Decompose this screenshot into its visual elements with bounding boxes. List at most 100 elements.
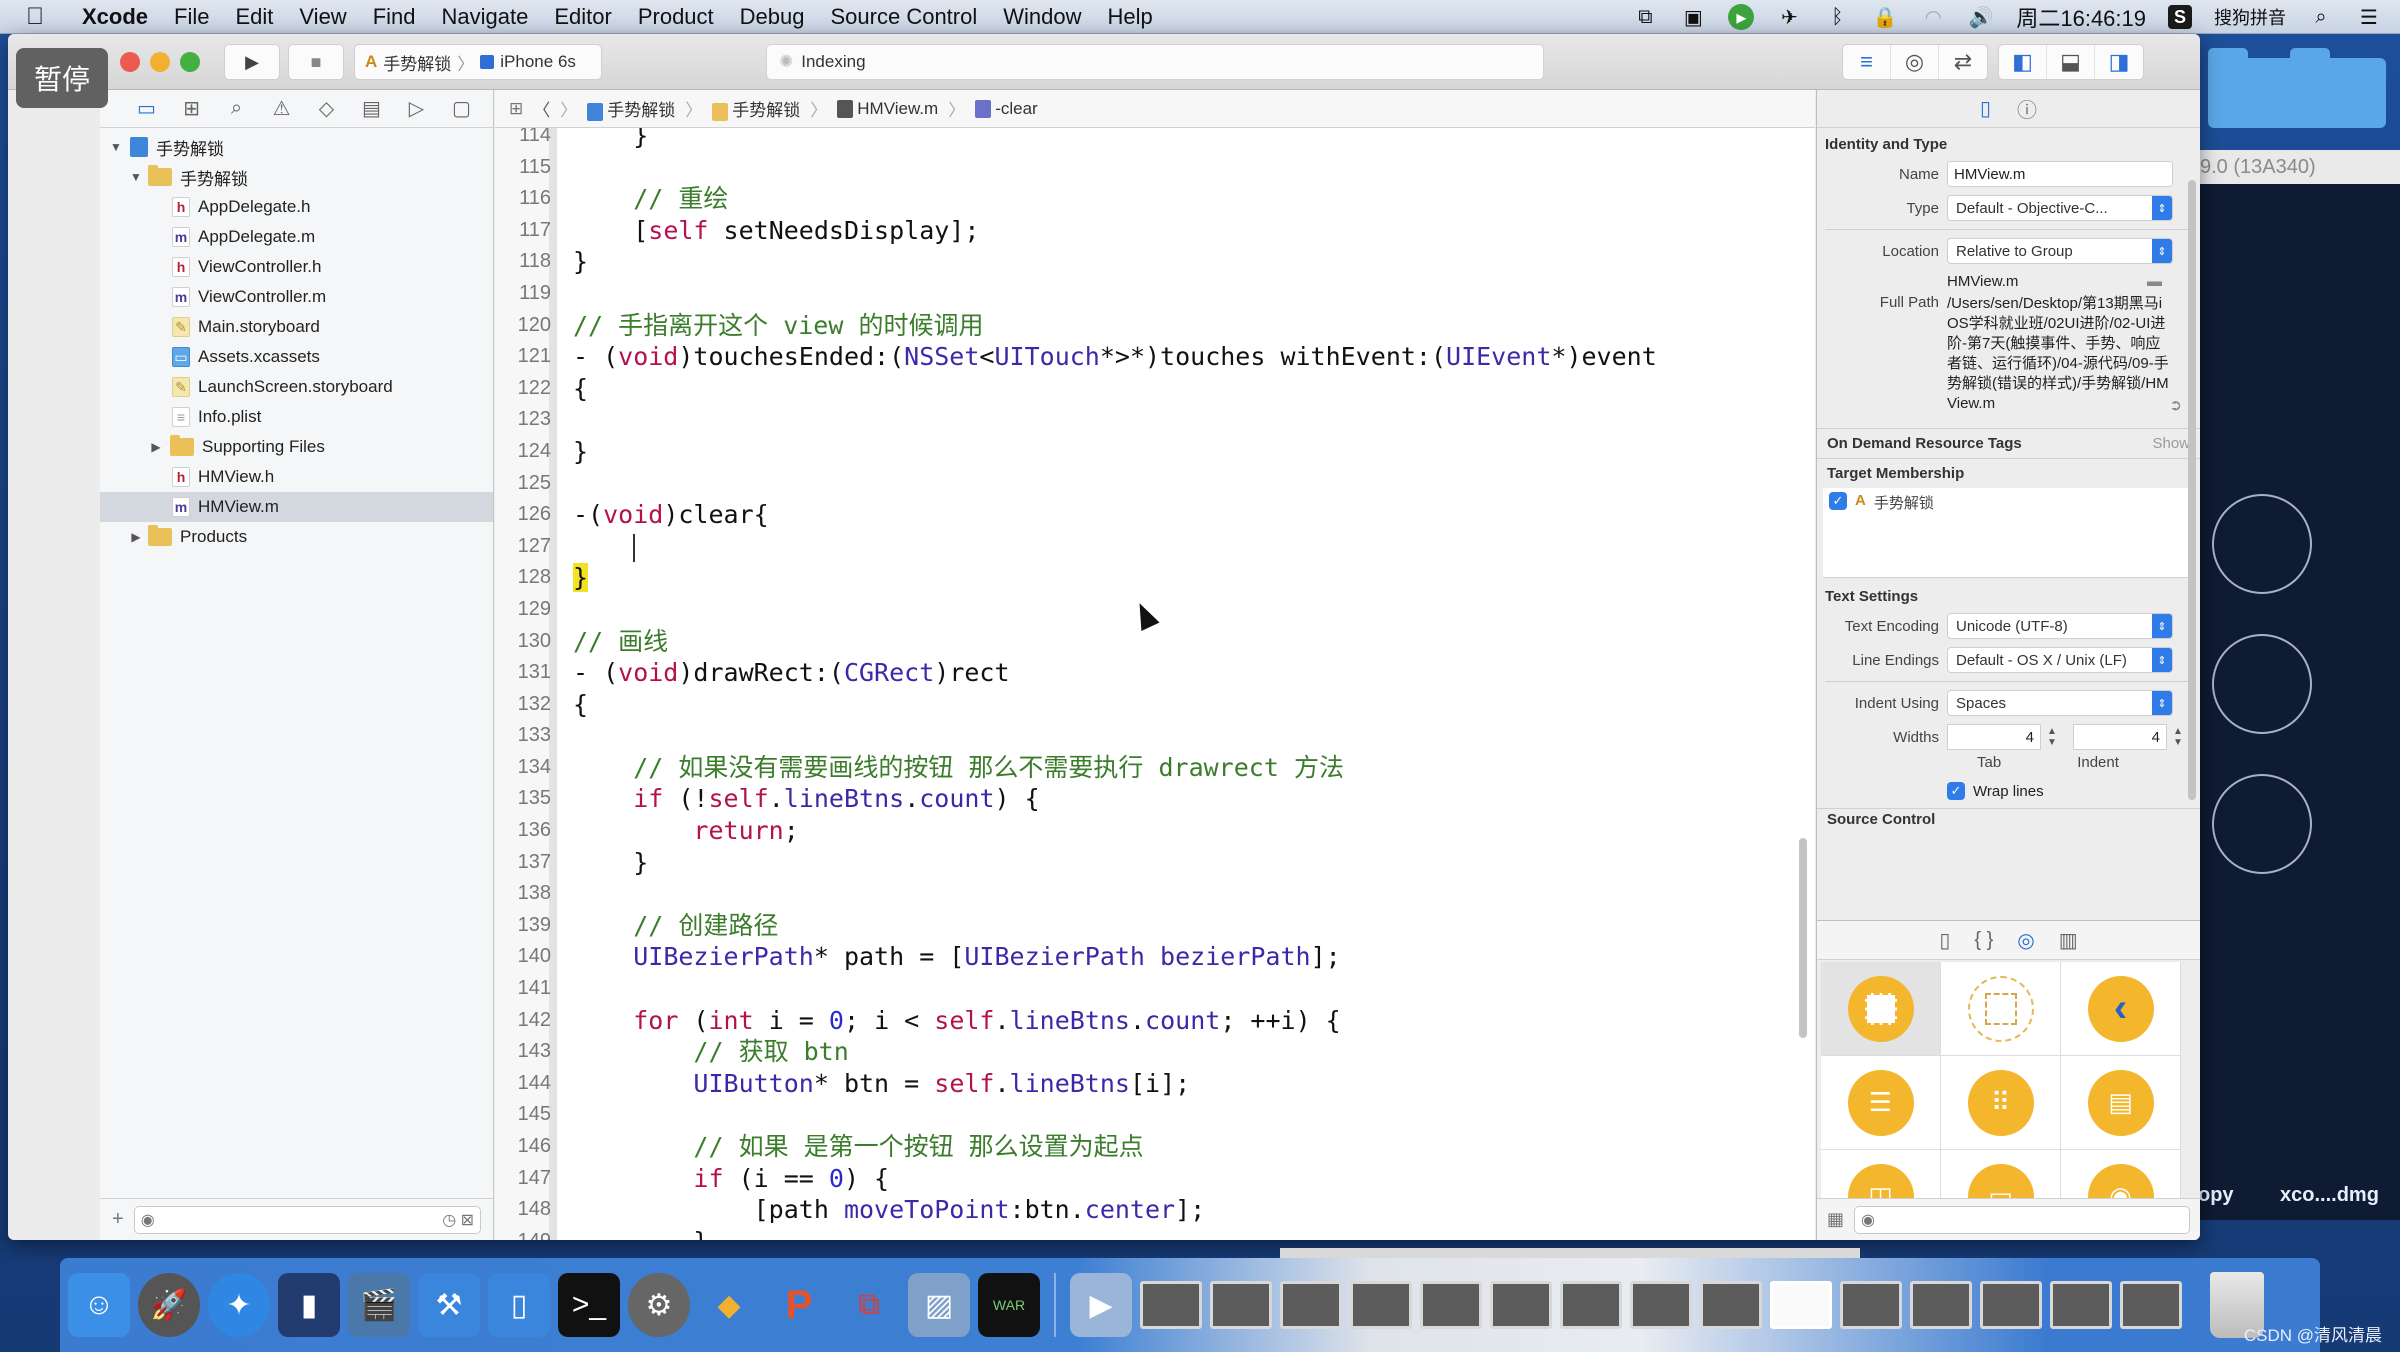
grid-list-toggle-icon[interactable]: ▦: [1827, 1209, 1844, 1230]
code-line[interactable]: 125: [518, 468, 1657, 500]
close-window-button[interactable]: [120, 52, 140, 72]
dock-mouse-icon[interactable]: ▮: [278, 1273, 340, 1337]
tree-file-row[interactable]: ▭ Assets.xcassets: [100, 342, 493, 372]
tree-folder-row[interactable]: ▶ Supporting Files: [100, 432, 493, 462]
breakpoint-navigator-icon[interactable]: ▷: [394, 96, 439, 121]
tree-file-row[interactable]: ≡ Info.plist: [100, 402, 493, 432]
code-line[interactable]: 124}: [518, 436, 1657, 468]
code-line[interactable]: 135 if (!self.lineBtns.count) {: [518, 783, 1657, 815]
code-line[interactable]: 115: [519, 152, 1657, 184]
code-line[interactable]: 146 // 如果 是第一个按钮 那么设置为起点: [518, 1131, 1657, 1163]
dock-simulator-icon[interactable]: ▯: [488, 1273, 550, 1337]
code-line[interactable]: 133: [518, 720, 1657, 752]
add-icon[interactable]: +: [112, 1208, 124, 1231]
tree-file-row[interactable]: m ViewController.m: [100, 282, 493, 312]
tree-file-row[interactable]: h AppDelegate.h: [100, 192, 493, 222]
pause-overlay[interactable]: 暂停: [16, 48, 108, 108]
code-line[interactable]: 134 // 如果没有需要画线的按钮 那么不需要执行 drawrect 方法: [518, 752, 1657, 784]
project-navigator-icon[interactable]: ▭: [124, 96, 169, 121]
menu-source-control[interactable]: Source Control: [831, 4, 978, 30]
dock-minimized-window[interactable]: [1840, 1281, 1902, 1329]
code-line[interactable]: 137 }: [518, 847, 1657, 879]
code-line[interactable]: 139 // 创建路径: [518, 910, 1657, 942]
code-line[interactable]: 144 UIButton* btn = self.lineBtns[i];: [518, 1068, 1657, 1100]
code-line[interactable]: 121 - (void)touchesEnded:(NSSet<UITouch*>…: [518, 341, 1657, 373]
dock-minimized-window[interactable]: [1770, 1281, 1832, 1329]
dock-movie-icon[interactable]: 🎬: [348, 1273, 410, 1337]
breadcrumb-method[interactable]: -clear: [975, 99, 1038, 119]
dock-safari-icon[interactable]: ✦: [208, 1273, 270, 1337]
tree-file-row[interactable]: ✎ Main.storyboard: [100, 312, 493, 342]
tree-file-row[interactable]: h HMView.h: [100, 462, 493, 492]
utilities-toggle-icon[interactable]: ◨: [2095, 45, 2143, 79]
dock-powerpoint-icon[interactable]: P: [768, 1273, 830, 1337]
code-line[interactable]: 126 -(void)clear{: [518, 499, 1657, 531]
code-line[interactable]: 127: [518, 531, 1657, 563]
file-template-icon[interactable]: ▯: [1939, 928, 1950, 953]
menu-edit[interactable]: Edit: [235, 4, 273, 30]
object-library-icon[interactable]: ◎: [2017, 928, 2034, 953]
code-line[interactable]: 129: [518, 594, 1657, 626]
dock-finder-icon[interactable]: ☺: [68, 1273, 130, 1337]
navigator-filter-input[interactable]: ◉ ◷ ⊠: [133, 1205, 481, 1234]
menu-file[interactable]: File: [174, 4, 209, 30]
code-snippet-icon[interactable]: { }: [1974, 929, 1993, 952]
inspector-scrollbar[interactable]: [2188, 180, 2196, 800]
dock-minimized-window[interactable]: [1560, 1281, 1622, 1329]
tree-folder-row[interactable]: ▶ Products: [100, 522, 493, 552]
dock-xcode-icon[interactable]: ⚒: [418, 1273, 480, 1337]
dock-sketch-icon[interactable]: ◆: [698, 1273, 760, 1337]
player-icon[interactable]: ▸: [1728, 4, 1755, 30]
dock-parallels-icon[interactable]: ⧉: [838, 1273, 900, 1337]
quick-help-icon[interactable]: ⓘ: [2017, 94, 2037, 123]
code-line[interactable]: 128}: [518, 562, 1657, 594]
disclosure-closed-icon[interactable]: ▶: [128, 530, 144, 544]
code-line[interactable]: 118}: [519, 246, 1657, 278]
find-navigator-icon[interactable]: ⌕: [214, 97, 259, 120]
assistant-editor-icon[interactable]: ◎: [1891, 45, 1939, 79]
dock-preview-icon[interactable]: ▨: [908, 1273, 970, 1337]
menu-editor[interactable]: Editor: [554, 4, 611, 30]
reveal-in-finder-icon[interactable]: ➲: [2169, 396, 2182, 414]
code-line[interactable]: 138: [518, 878, 1657, 910]
dock-minimized-window[interactable]: [2120, 1281, 2182, 1329]
menu-product[interactable]: Product: [638, 4, 714, 30]
tree-file-row-selected[interactable]: m HMView.m: [100, 492, 493, 522]
volume-icon[interactable]: 🔊: [1968, 4, 1994, 30]
tree-file-row[interactable]: h ViewController.h: [100, 252, 493, 282]
desktop-file-label[interactable]: opy: [2198, 1184, 2234, 1207]
disclosure-closed-icon[interactable]: ▶: [148, 440, 164, 454]
source-editor[interactable]: 114 } 115 116 // 重绘 117 [self setNeedsDispl…: [495, 128, 1815, 1240]
tree-file-row[interactable]: m AppDelegate.m: [100, 222, 493, 252]
library-item-tab-bar-controller[interactable]: ▤: [2061, 1056, 2181, 1150]
code-line[interactable]: 116 // 重绘: [519, 183, 1657, 215]
scheme-selector[interactable]: A 手势解锁 〉 iPhone 6s: [354, 44, 602, 80]
code-line[interactable]: 117 [self setNeedsDisplay];: [519, 215, 1657, 247]
dock-minimized-window[interactable]: [1910, 1281, 1972, 1329]
dock-terminal-icon[interactable]: >_: [558, 1273, 620, 1337]
editor-scrollbar[interactable]: [1799, 838, 1807, 1038]
dock-minimized-window[interactable]: [1980, 1281, 2042, 1329]
library-item-view-controller[interactable]: [1821, 962, 1941, 1056]
dock-minimized-window[interactable]: [1350, 1281, 1412, 1329]
back-icon[interactable]: 〈: [533, 96, 550, 121]
code-line[interactable]: 142 for (int i = 0; i < self.lineBtns.co…: [518, 1005, 1657, 1037]
forward-icon[interactable]: 〉: [560, 96, 577, 121]
menu-window[interactable]: Window: [1003, 4, 1081, 30]
code-line[interactable]: 130 // 画线: [518, 626, 1657, 658]
spotlight-icon[interactable]: ⌕: [2308, 4, 2334, 30]
file-inspector-icon[interactable]: ▯: [1980, 96, 1991, 121]
code-line[interactable]: 131 - (void)drawRect:(CGRect)rect: [518, 657, 1657, 689]
camera-icon[interactable]: ▣: [1680, 4, 1706, 30]
menu-navigate[interactable]: Navigate: [442, 4, 529, 30]
desktop-file-label[interactable]: xco....dmg: [2280, 1184, 2379, 1207]
code-line[interactable]: 143 // 获取 btn: [518, 1036, 1657, 1068]
dock-quicktime-icon[interactable]: ▶: [1070, 1273, 1132, 1337]
gesture-button[interactable]: [2212, 494, 2312, 594]
debug-navigator-icon[interactable]: ▤: [349, 96, 394, 121]
code-line[interactable]: 122 {: [518, 373, 1657, 405]
recent-and-scm-icons[interactable]: ◷ ⊠: [442, 1210, 474, 1230]
wrap-lines-checkbox[interactable]: ✓: [1947, 782, 1965, 800]
test-navigator-icon[interactable]: ◇: [304, 96, 349, 121]
code-line[interactable]: 132 {: [518, 689, 1657, 721]
